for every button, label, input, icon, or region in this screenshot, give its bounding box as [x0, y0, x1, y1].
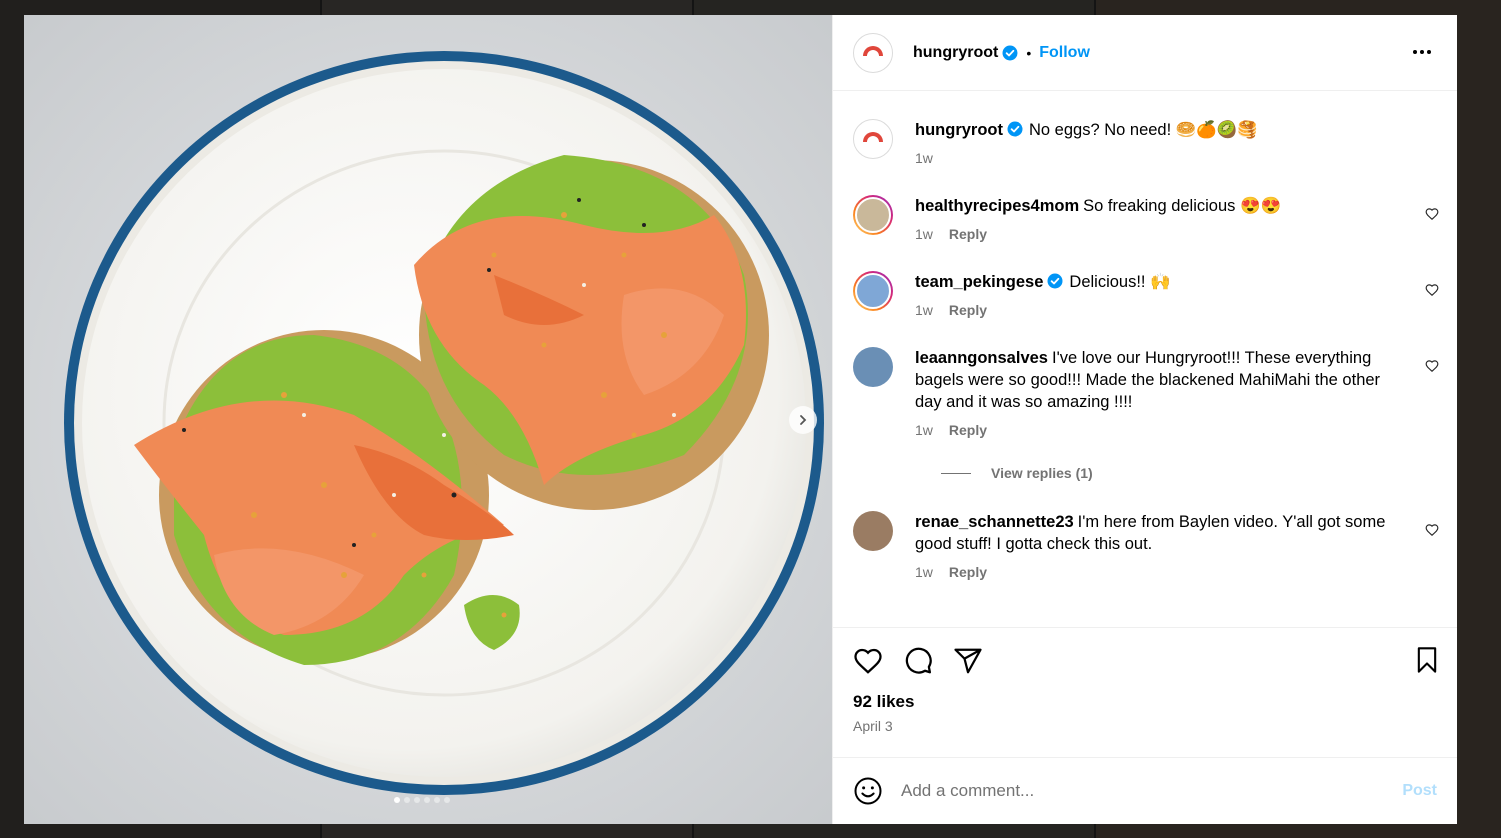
caption-time[interactable]: 1w: [915, 147, 933, 169]
post-header: hungryroot • Follow: [833, 15, 1457, 91]
comment-username[interactable]: healthyrecipes4mom: [915, 197, 1079, 215]
comment-icon[interactable]: [903, 646, 933, 676]
share-icon[interactable]: [953, 646, 983, 676]
comment-input[interactable]: [901, 781, 1403, 801]
reply-button[interactable]: Reply: [949, 561, 987, 583]
comment-time[interactable]: 1w: [915, 299, 933, 321]
comment-text: So freaking delicious 😍😍: [1083, 197, 1282, 215]
commenter-avatar[interactable]: [853, 195, 893, 235]
verified-badge-icon: [1047, 273, 1063, 289]
post-comment-button[interactable]: Post: [1402, 782, 1437, 800]
comment-time[interactable]: 1w: [915, 419, 933, 441]
commenter-avatar[interactable]: [853, 511, 893, 551]
reply-button[interactable]: Reply: [949, 419, 987, 441]
verified-badge-icon: [1002, 45, 1018, 60]
comment-time[interactable]: 1w: [915, 223, 933, 245]
comment-like-heart-icon[interactable]: [1425, 283, 1439, 297]
caption-username[interactable]: hungryroot: [915, 121, 1003, 139]
comment-item: team_pekingese Delicious!! 🙌 1w Reply: [853, 271, 1441, 321]
comment-item: renae_schannette23 I'm here from Baylen v…: [853, 511, 1441, 583]
caption-text: No eggs? No need! 🥯🍊🥝🥞: [1029, 121, 1258, 139]
more-options-icon[interactable]: [1411, 41, 1433, 63]
comment-item: leaanngonsalves I've love our Hungryroot!…: [853, 347, 1441, 441]
comment-username[interactable]: team_pekingese: [915, 273, 1043, 291]
post-side-panel: hungryroot • Follow hungryroot No eggs? …: [832, 15, 1457, 824]
comment-username[interactable]: renae_schannette23: [915, 513, 1074, 531]
comment-time[interactable]: 1w: [915, 561, 933, 583]
carousel-dot: [434, 797, 440, 803]
comment-item: healthyrecipes4mom So freaking delicious …: [853, 195, 1441, 245]
caption-author-avatar[interactable]: [853, 119, 893, 159]
header-separator: •: [1026, 44, 1032, 61]
post-modal: hungryroot • Follow hungryroot No eggs? …: [24, 15, 1457, 824]
view-replies-button[interactable]: View replies (1): [915, 465, 1441, 481]
comment-text: Delicious!! 🙌: [1069, 273, 1171, 291]
hungryroot-logo-icon: [863, 132, 883, 142]
comment-like-heart-icon[interactable]: [1425, 207, 1439, 221]
chevron-right-icon: [800, 415, 807, 425]
carousel-indicator: [394, 797, 450, 803]
comment-like-heart-icon[interactable]: [1425, 523, 1439, 537]
carousel-dot: [414, 797, 420, 803]
post-actions: 92 likes April 3: [833, 627, 1457, 757]
bookmark-icon[interactable]: [1413, 646, 1441, 674]
comment-username[interactable]: leaanngonsalves: [915, 349, 1048, 367]
verified-badge-icon: [1007, 121, 1023, 137]
likes-count[interactable]: 92 likes: [853, 692, 1441, 712]
carousel-dot: [394, 797, 400, 803]
hungryroot-logo-icon: [863, 45, 883, 56]
author-username[interactable]: hungryroot: [913, 44, 998, 62]
reply-button[interactable]: Reply: [949, 223, 987, 245]
next-media-button[interactable]: [789, 406, 817, 434]
post-photo: [24, 15, 832, 824]
comment-composer: Post: [833, 757, 1457, 824]
post-caption: hungryroot No eggs? No need! 🥯🍊🥝🥞 1w: [853, 119, 1441, 169]
reply-button[interactable]: Reply: [949, 299, 987, 321]
post-media: [24, 15, 832, 824]
post-date: April 3: [853, 718, 893, 734]
commenter-avatar[interactable]: [853, 347, 893, 387]
view-replies-label: View replies (1): [991, 465, 1093, 481]
commenter-avatar[interactable]: [853, 271, 893, 311]
carousel-dot: [444, 797, 450, 803]
author-avatar[interactable]: [853, 32, 893, 73]
heart-icon[interactable]: [853, 646, 883, 676]
comments-list: hungryroot No eggs? No need! 🥯🍊🥝🥞 1w heal…: [833, 91, 1457, 627]
carousel-dot: [424, 797, 430, 803]
emoji-icon[interactable]: [853, 776, 883, 806]
follow-button[interactable]: Follow: [1039, 44, 1090, 62]
carousel-dot: [404, 797, 410, 803]
comment-like-heart-icon[interactable]: [1425, 359, 1439, 373]
